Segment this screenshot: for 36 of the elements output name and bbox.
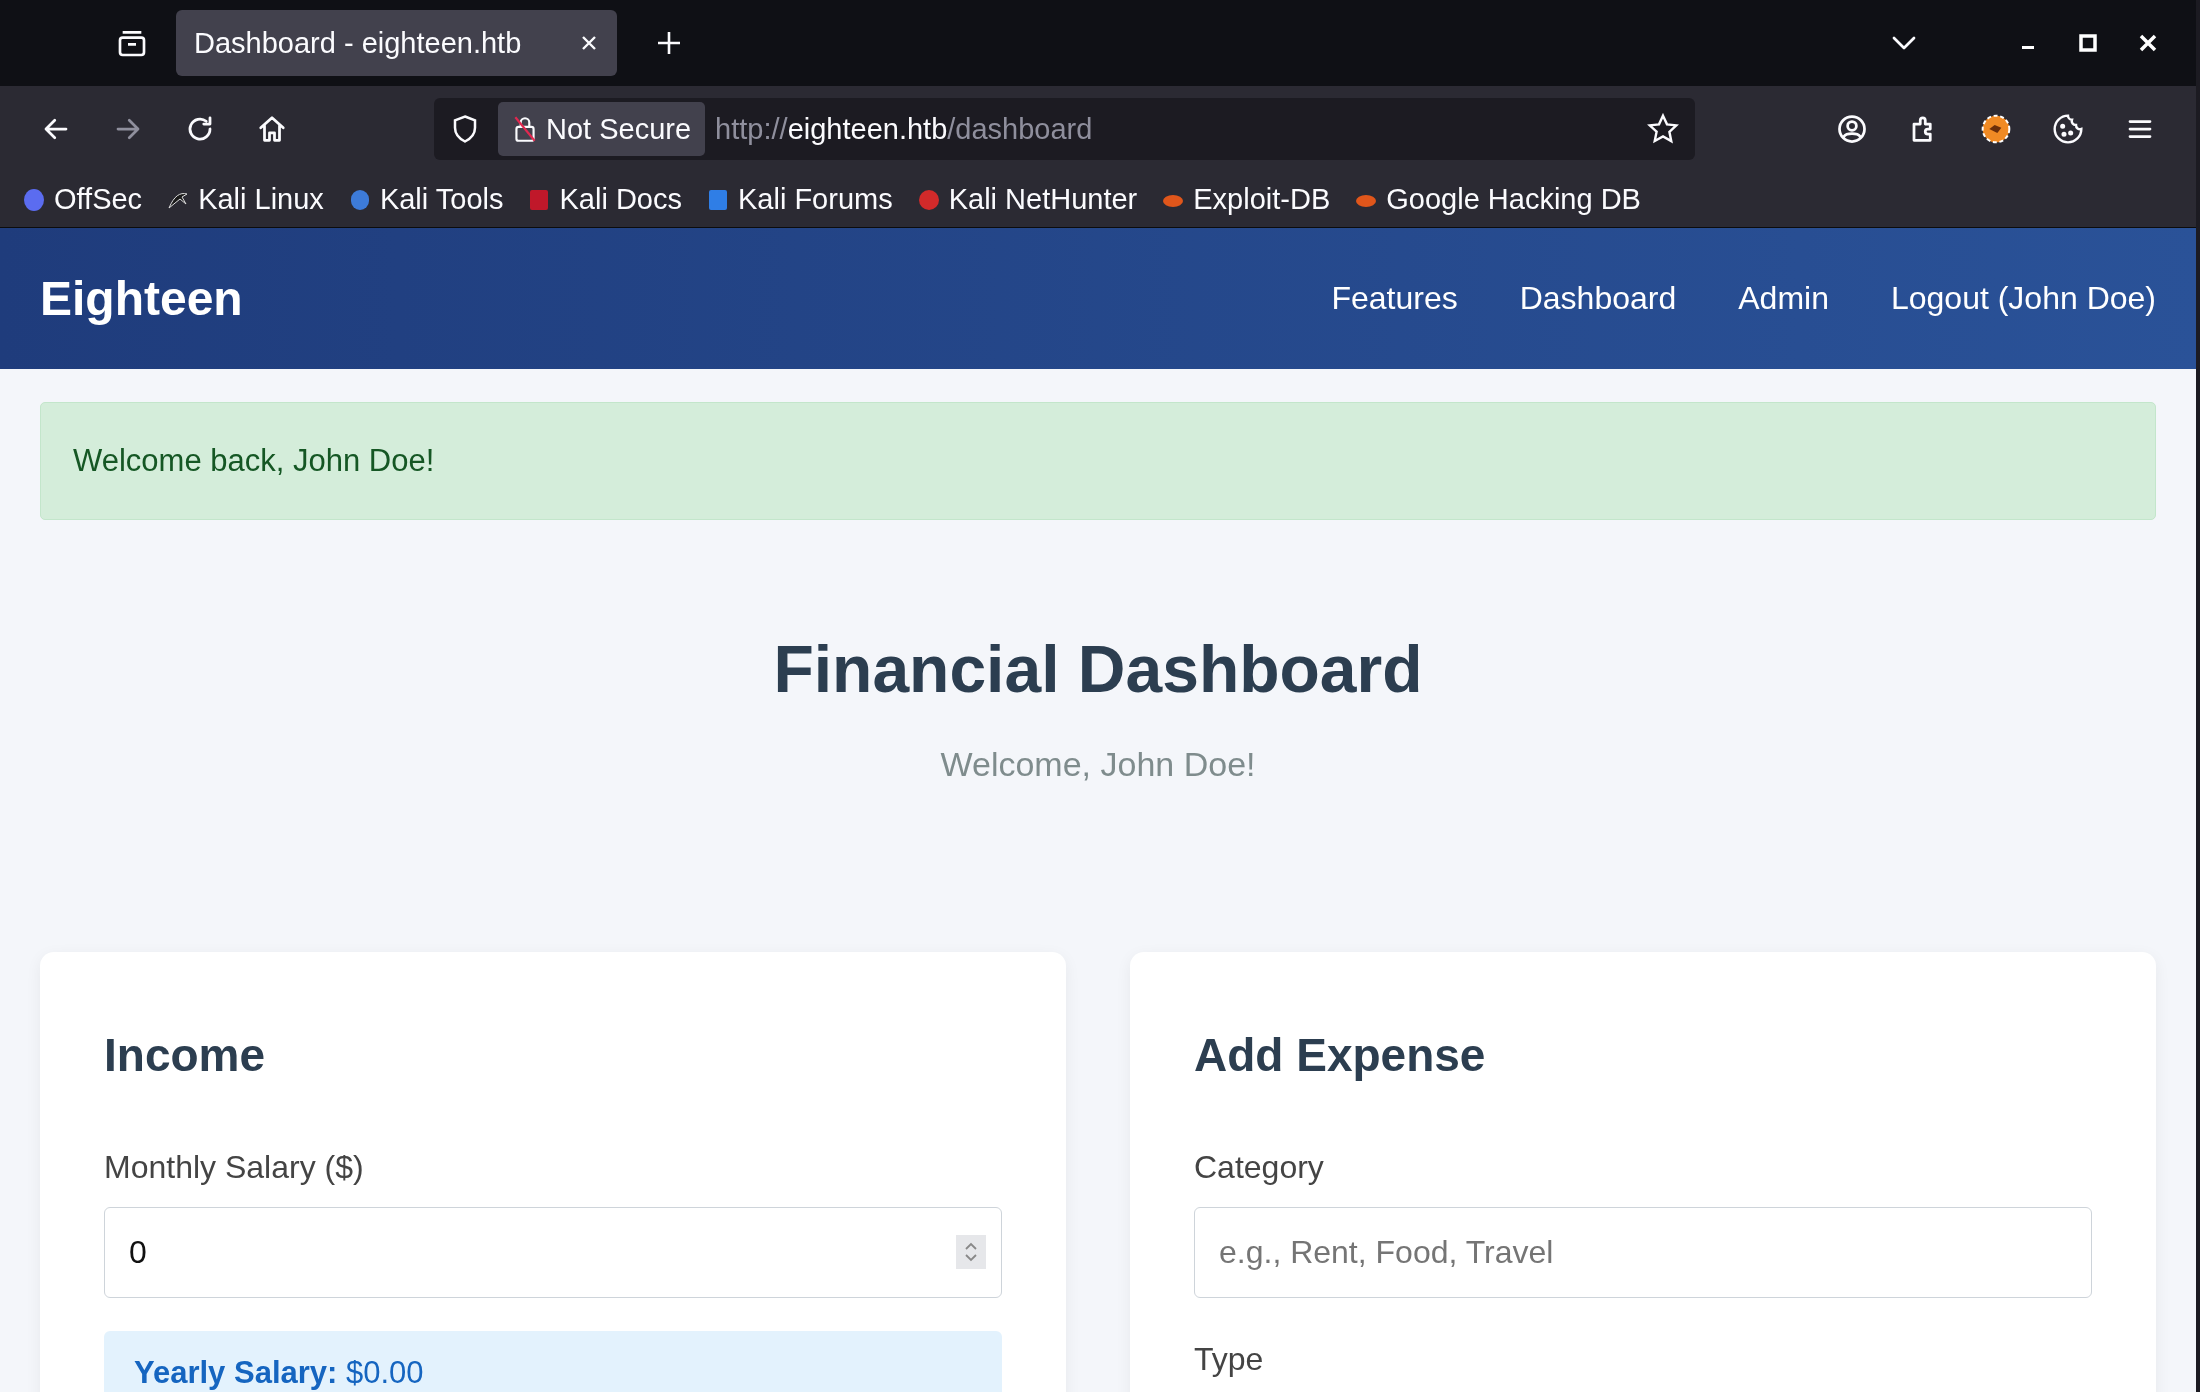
address-bar[interactable]: Not Secure http://eighteen.htb/dashboard	[434, 98, 1695, 160]
bookmark-label: OffSec	[54, 183, 143, 216]
bookmark-label: Kali Forums	[737, 183, 893, 216]
security-indicator[interactable]: Not Secure	[498, 102, 706, 156]
browser-tab[interactable]: Dashboard - eighteen.htb	[176, 10, 617, 76]
broken-lock-icon	[512, 114, 538, 144]
card-title: Add Expense	[1194, 1028, 1487, 1083]
bookmark-link[interactable]: Exploit-DB	[1161, 183, 1331, 216]
page-subtitle: Welcome, John Doe!	[939, 744, 1257, 785]
nav-link[interactable]: Admin	[1738, 280, 1829, 317]
url-text: http://eighteen.htb/dashboard	[715, 112, 1094, 146]
nav-link[interactable]: Dashboard	[1519, 280, 1677, 317]
bookmark-link[interactable]: Kali Tools	[347, 183, 504, 216]
card-title: Income	[104, 1028, 267, 1083]
text-field[interactable]: e.g., Rent, Food, Travel	[1194, 1207, 2092, 1298]
bookmark-link[interactable]: OffSec	[22, 183, 143, 216]
field-label: Category	[1194, 1148, 1325, 1187]
bookmark-link[interactable]: Kali Docs	[527, 183, 682, 216]
number-field[interactable]: 0	[104, 1207, 1002, 1298]
bookmark-link[interactable]: Kali Linux	[166, 183, 324, 216]
bookmark-label: Exploit-DB	[1193, 183, 1331, 216]
field-label: Type	[1194, 1340, 1265, 1379]
yearly-salary-text: Yearly Salary: $0.00	[134, 1355, 424, 1390]
site-brand[interactable]: Eighteen	[40, 271, 243, 326]
security-label: Not Secure	[546, 112, 692, 146]
bookmark-link[interactable]: Kali Forums	[705, 183, 893, 216]
success-alert: Welcome back, John Doe!	[40, 402, 2156, 520]
nav-link[interactable]: Features	[1331, 280, 1458, 317]
tab-title: Dashboard - eighteen.htb	[194, 26, 522, 60]
bookmark-label: Kali Linux	[198, 183, 324, 216]
bookmark-label: Kali Tools	[379, 183, 504, 216]
field-label: Monthly Salary ($)	[104, 1148, 365, 1187]
star-icon[interactable]	[1647, 113, 1679, 145]
page-heading: Financial Dashboard	[772, 631, 1424, 708]
bookmark-label: Kali Docs	[559, 183, 682, 216]
nav-link[interactable]: Logout (John Doe)	[1890, 280, 2156, 317]
